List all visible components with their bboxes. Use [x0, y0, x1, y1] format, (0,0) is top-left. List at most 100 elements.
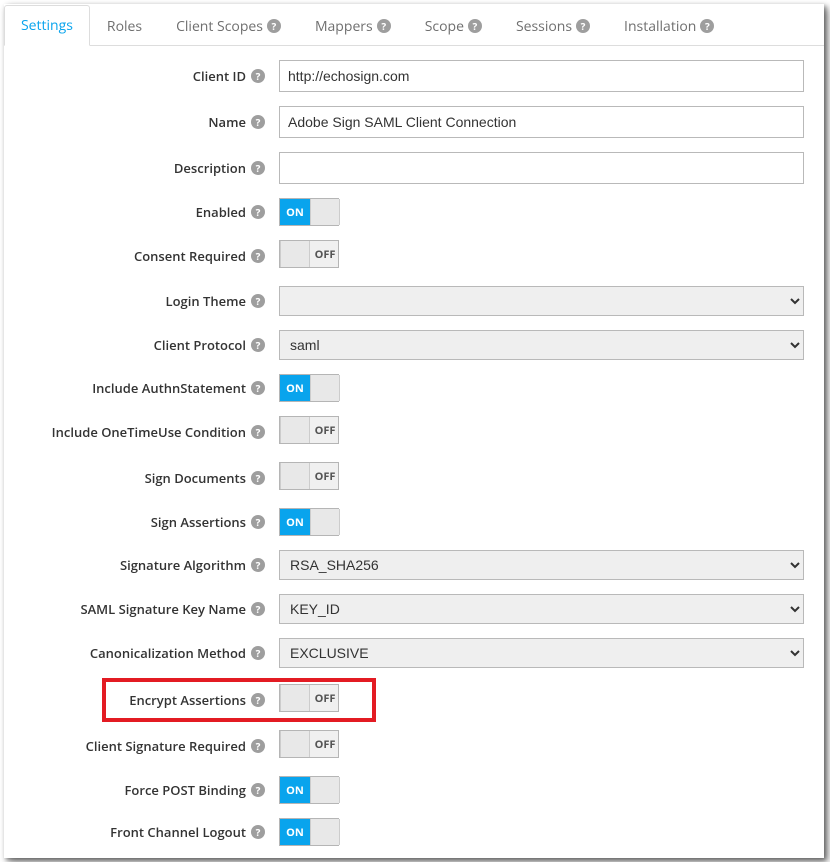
row-enabled: Enabled ? ON	[14, 198, 814, 226]
toggle-off-label: OFF	[310, 241, 340, 267]
help-icon[interactable]: ?	[251, 425, 265, 439]
sign-documents-toggle[interactable]: OFF	[279, 462, 339, 490]
row-front-channel-logout: Front Channel Logout ? ON	[14, 818, 814, 846]
row-include-authnstatement: Include AuthnStatement ? ON	[14, 374, 814, 402]
tab-label: Settings	[21, 16, 73, 35]
label-text: Sign Assertions	[151, 513, 246, 531]
label-client-protocol: Client Protocol ?	[14, 336, 279, 354]
row-force-post-binding: Force POST Binding ? ON	[14, 776, 814, 804]
label-consent-required: Consent Required ?	[14, 247, 279, 265]
label-front-channel-logout: Front Channel Logout ?	[14, 823, 279, 841]
enabled-toggle[interactable]: ON	[279, 198, 339, 226]
name-input[interactable]	[279, 106, 804, 138]
row-onetimeuse: Include OneTimeUse Condition ? OFF	[14, 416, 814, 448]
label-signature-algorithm: Signature Algorithm ?	[14, 556, 279, 574]
tab-client-scopes[interactable]: Client Scopes ?	[159, 5, 298, 46]
label-force-post-binding: Force POST Binding ?	[14, 781, 279, 799]
onetimeuse-toggle[interactable]: OFF	[279, 416, 339, 444]
row-description: Description ?	[14, 152, 814, 184]
row-name: Name ?	[14, 106, 814, 138]
help-icon[interactable]: ?	[468, 19, 482, 33]
tab-label: Client Scopes	[176, 17, 263, 36]
sign-assertions-toggle[interactable]: ON	[279, 508, 339, 536]
label-text: Force POST Binding	[124, 781, 246, 799]
label-text: Canonicalization Method	[90, 644, 246, 662]
help-icon[interactable]: ?	[251, 825, 265, 839]
row-saml-signature-key-name: SAML Signature Key Name ? KEY_ID	[14, 594, 814, 624]
help-icon[interactable]: ?	[251, 558, 265, 572]
toggle-knob	[310, 375, 340, 401]
label-text: Enabled	[196, 203, 246, 221]
help-icon[interactable]: ?	[251, 739, 265, 753]
tab-label: Scope	[425, 17, 464, 36]
label-name: Name ?	[14, 113, 279, 131]
front-channel-logout-toggle[interactable]: ON	[279, 818, 339, 846]
client-signature-required-toggle[interactable]: OFF	[279, 730, 339, 758]
tab-settings[interactable]: Settings	[4, 5, 90, 46]
help-icon[interactable]: ?	[251, 646, 265, 660]
label-text: Encrypt Assertions	[129, 691, 246, 709]
help-icon[interactable]: ?	[251, 69, 265, 83]
label-text: Include OneTimeUse Condition	[52, 423, 246, 441]
help-icon[interactable]: ?	[251, 602, 265, 616]
help-icon[interactable]: ?	[700, 19, 714, 33]
toggle-off-label: OFF	[310, 685, 340, 711]
help-icon[interactable]: ?	[251, 161, 265, 175]
help-icon[interactable]: ?	[251, 115, 265, 129]
help-icon[interactable]: ?	[251, 249, 265, 263]
help-icon[interactable]: ?	[251, 471, 265, 485]
client-id-input[interactable]	[279, 60, 804, 92]
canonicalization-method-select[interactable]: EXCLUSIVE	[279, 638, 804, 668]
help-icon[interactable]: ?	[267, 19, 281, 33]
encrypt-assertions-toggle[interactable]: OFF	[279, 684, 339, 712]
help-icon[interactable]: ?	[576, 19, 590, 33]
toggle-on-label: ON	[280, 777, 310, 803]
tab-mappers[interactable]: Mappers ?	[298, 5, 408, 46]
label-canonicalization-method: Canonicalization Method ?	[14, 644, 279, 662]
label-onetimeuse: Include OneTimeUse Condition ?	[14, 423, 279, 441]
force-post-binding-toggle[interactable]: ON	[279, 776, 339, 804]
toggle-knob	[280, 463, 310, 489]
label-text: Client Signature Required	[86, 737, 246, 755]
tab-installation[interactable]: Installation ?	[607, 5, 731, 46]
tab-sessions[interactable]: Sessions ?	[499, 5, 607, 46]
toggle-knob	[310, 819, 340, 845]
help-icon[interactable]: ?	[251, 294, 265, 308]
label-saml-signature-key-name: SAML Signature Key Name ?	[14, 600, 279, 618]
login-theme-select[interactable]	[279, 286, 804, 316]
toggle-off-label: OFF	[310, 731, 340, 757]
row-sign-documents: Sign Documents ? OFF	[14, 462, 814, 494]
client-settings-panel: Settings Roles Client Scopes ? Mappers ?…	[4, 4, 824, 858]
client-protocol-select[interactable]: saml	[279, 330, 804, 360]
signature-algorithm-select[interactable]: RSA_SHA256	[279, 550, 804, 580]
help-icon[interactable]: ?	[251, 515, 265, 529]
row-encrypt-assertions: Encrypt Assertions ? OFF	[104, 680, 374, 720]
saml-signature-key-name-select[interactable]: KEY_ID	[279, 594, 804, 624]
label-text: Sign Documents	[145, 469, 246, 487]
tab-label: Installation	[624, 17, 696, 36]
help-icon[interactable]: ?	[251, 381, 265, 395]
help-icon[interactable]: ?	[251, 783, 265, 797]
row-client-id: Client ID ?	[14, 60, 814, 92]
tab-scope[interactable]: Scope ?	[408, 5, 499, 46]
help-icon[interactable]: ?	[251, 338, 265, 352]
tab-roles[interactable]: Roles	[90, 5, 159, 46]
row-canonicalization-method: Canonicalization Method ? EXCLUSIVE	[14, 638, 814, 668]
help-icon[interactable]: ?	[251, 205, 265, 219]
label-description: Description ?	[14, 159, 279, 177]
tab-label: Roles	[107, 17, 142, 36]
label-client-signature-required: Client Signature Required ?	[14, 737, 279, 755]
label-text: Signature Algorithm	[120, 556, 246, 574]
help-icon[interactable]: ?	[377, 19, 391, 33]
toggle-on-label: ON	[280, 509, 310, 535]
include-authnstatement-toggle[interactable]: ON	[279, 374, 339, 402]
consent-required-toggle[interactable]: OFF	[279, 240, 339, 268]
row-signature-algorithm: Signature Algorithm ? RSA_SHA256	[14, 550, 814, 580]
row-login-theme: Login Theme ?	[14, 286, 814, 316]
toggle-on-label: ON	[280, 199, 310, 225]
toggle-on-label: ON	[280, 819, 310, 845]
description-input[interactable]	[279, 152, 804, 184]
label-sign-documents: Sign Documents ?	[14, 469, 279, 487]
help-icon[interactable]: ?	[251, 693, 265, 707]
toggle-knob	[310, 777, 340, 803]
